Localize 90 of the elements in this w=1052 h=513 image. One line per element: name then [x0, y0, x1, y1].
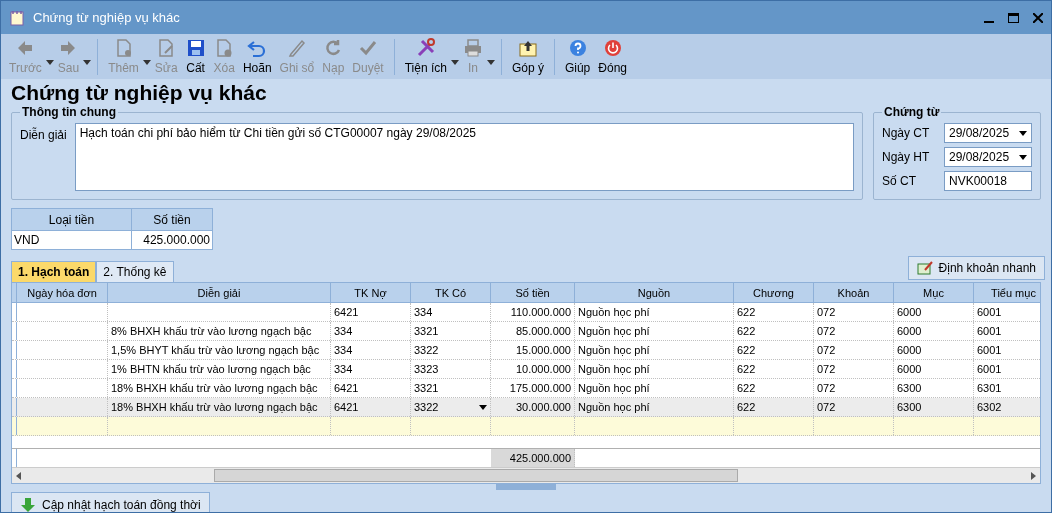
date-field[interactable]: 29/08/2025 — [944, 147, 1032, 167]
field-label: Ngày CT — [882, 126, 931, 140]
table-cell: 3321 — [414, 382, 439, 394]
toolbar-button[interactable]: Tiện ích — [400, 36, 451, 77]
column-header: Diễn giải — [108, 283, 331, 302]
table-cell: 622 — [737, 401, 756, 413]
table-cell: 3322 — [414, 344, 439, 356]
column-header: Khoản — [814, 283, 894, 302]
table-cell: 6000 — [897, 325, 922, 337]
table-cell: 072 — [817, 344, 836, 356]
table-cell: 334 — [334, 344, 353, 356]
table-cell: 6001 — [977, 325, 1002, 337]
table-cell: 6001 — [977, 344, 1002, 356]
table-cell: Nguồn học phí — [578, 344, 650, 356]
toolbar-button[interactable]: Góp ý — [507, 36, 548, 77]
field-label: Số CT — [882, 174, 917, 188]
table-cell: Nguồn học phí — [578, 401, 650, 413]
total-amount: 425.000.000 — [509, 452, 571, 464]
table-cell: VND — [11, 230, 132, 250]
table-cell: 3323 — [414, 363, 439, 375]
description-field[interactable]: Hạch toán chi phí bảo hiểm từ Chi tiền gửi số CTG00007 ngày 29/08/2025 — [74, 123, 854, 191]
table-cell: 622 — [737, 344, 756, 356]
toolbar-button[interactable]: Giúp — [560, 36, 595, 77]
table-cell: 6000 — [897, 344, 922, 356]
page-heading: Chứng từ nghiệp vụ khác — [11, 81, 268, 105]
column-header: Số tiền — [131, 208, 213, 231]
table-cell: 6421 — [334, 306, 359, 318]
column-header: TK Nợ — [331, 283, 411, 302]
table-cell: 334 — [334, 325, 353, 337]
tab[interactable]: 2. Thống kê — [96, 261, 174, 282]
table-cell: 1,5% BHYT khấu trừ vào lương ngạch bậc — [111, 344, 320, 356]
column-header: Chương — [734, 283, 814, 302]
field-label: Ngày HT — [882, 150, 931, 164]
table-cell: 3321 — [414, 325, 439, 337]
toolbar-button[interactable]: Cất — [181, 36, 210, 77]
table-cell: 18% BHXH khấu trừ vào lương ngạch bậc — [111, 401, 318, 413]
table-cell: 425.000.000 — [131, 230, 213, 250]
table-cell: 6300 — [897, 382, 922, 394]
table-cell: 85.000.000 — [515, 325, 571, 337]
field-label: Diễn giải — [20, 126, 67, 144]
table-cell: 30.000.000 — [515, 401, 571, 413]
update-button[interactable]: Cập nhật hạch toán đồng thời — [11, 492, 210, 512]
table-cell: 10.000.000 — [515, 363, 571, 375]
table-cell: 6302 — [977, 401, 1002, 413]
table-cell: 622 — [737, 363, 756, 375]
table-cell: 8% BHXH khấu trừ vào lương ngạch bậc — [111, 325, 312, 337]
table-cell: 15.000.000 — [515, 344, 571, 356]
table-cell: 18% BHXH khấu trừ vào lương ngạch bậc — [111, 382, 318, 394]
table-cell: Nguồn học phí — [578, 363, 650, 375]
table-cell: 3322 — [414, 401, 439, 413]
table-cell: 6301 — [977, 382, 1002, 394]
table-cell: 072 — [817, 306, 836, 318]
column-header: TK Có — [411, 283, 491, 302]
table-cell: 622 — [737, 306, 756, 318]
tab[interactable]: 1. Hạch toán — [11, 261, 97, 282]
table-cell: 6421 — [334, 382, 359, 394]
table-cell: 6421 — [334, 401, 359, 413]
table-cell: 6300 — [897, 401, 922, 413]
column-header: Ngày hóa đơn — [17, 283, 108, 302]
text-field[interactable]: NVK00018 — [944, 171, 1032, 191]
table-cell: 110.000.000 — [510, 306, 571, 318]
table-cell: Nguồn học phí — [578, 306, 650, 318]
table-cell: 334 — [414, 306, 433, 318]
column-header: Nguồn — [575, 283, 734, 302]
column-header: Số tiền — [491, 283, 575, 302]
panel-title: Chứng từ — [883, 105, 941, 119]
table-cell: Nguồn học phí — [578, 325, 650, 337]
table-cell: 6000 — [897, 306, 922, 318]
column-header: Mục — [894, 283, 974, 302]
table-cell: 622 — [737, 325, 756, 337]
table-cell: 072 — [817, 325, 836, 337]
table-cell: 175.000.000 — [509, 382, 571, 394]
column-header: Loại tiền — [11, 208, 132, 231]
table-cell: 072 — [817, 401, 836, 413]
table-cell: 6001 — [977, 306, 1002, 318]
table-cell: 622 — [737, 382, 756, 394]
table-cell: 072 — [817, 382, 836, 394]
table-cell: 334 — [334, 363, 353, 375]
table-cell: 1% BHTN khấu trừ vào lương ngạch bậc — [111, 363, 311, 375]
quick-entry-button[interactable]: Định khoản nhanh — [907, 256, 1045, 280]
table-cell: 6001 — [977, 363, 1002, 375]
column-header: Tiểu mục — [974, 283, 1040, 302]
table-cell: 072 — [817, 363, 836, 375]
toolbar-button[interactable]: Đóng — [594, 36, 631, 77]
table-cell: Nguồn học phí — [578, 382, 650, 394]
window-title: Chứng từ nghiệp vụ khác — [33, 10, 181, 25]
panel-title: Thông tin chung — [21, 105, 117, 119]
table-cell: 6000 — [897, 363, 922, 375]
toolbar-button[interactable]: Hoãn — [238, 36, 276, 77]
date-field[interactable]: 29/08/2025 — [944, 123, 1032, 143]
